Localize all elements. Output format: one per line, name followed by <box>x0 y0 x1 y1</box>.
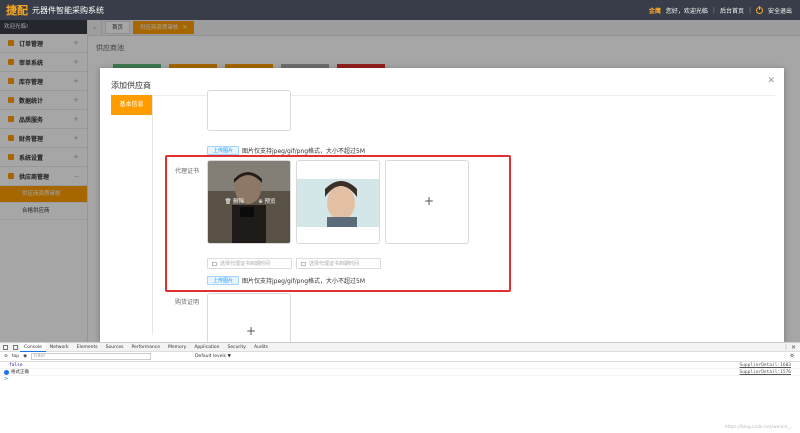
log-value: false <box>9 362 23 368</box>
admin-home-link[interactable]: 后台首页 <box>720 6 744 15</box>
watermark: https://blog.csdn.net/weixin_... <box>724 425 794 430</box>
logout-link[interactable]: 安全退出 <box>768 6 792 15</box>
clear-console-icon[interactable]: ⊘ <box>4 354 8 359</box>
info-icon <box>4 369 9 375</box>
more-icon[interactable]: ⋮ ✕ <box>783 344 796 351</box>
upload-row: 上传图片 图片仅支持jpeg/gif/png格式，大小不超过5M <box>207 146 365 155</box>
source-link[interactable]: SupplierDetail:1576 <box>740 370 791 375</box>
modal-title: 添加供应商 <box>111 81 151 90</box>
tab-application[interactable]: Application <box>190 343 223 352</box>
upload-button[interactable]: 上传图片 <box>207 146 240 155</box>
brand-logo: 捷配 <box>6 4 28 17</box>
tab-network[interactable]: Network <box>46 343 73 352</box>
purchase-upload-box[interactable]: + <box>207 293 291 342</box>
console-line: 格式正确 SupplierDetail:1576 <box>0 369 800 376</box>
upload-tip: 图片仅支持jpeg/gif/png格式，大小不超过5M <box>242 148 366 155</box>
system-name: 元器件智能采购系统 <box>32 5 104 15</box>
tab-memory[interactable]: Memory <box>164 343 190 352</box>
console-filter-input[interactable]: Filter <box>31 353 152 360</box>
power-icon <box>755 5 763 14</box>
devtools-tabs: Console Network Elements Sources Perform… <box>0 342 800 352</box>
divider: | <box>748 6 751 14</box>
close-icon[interactable]: ✕ <box>767 76 775 86</box>
modal-body: 上传图片 图片仅支持jpeg/gif/png格式，大小不超过5M 代理证书 🗑 … <box>153 90 775 342</box>
settings-icon[interactable]: ⚙ <box>790 354 794 359</box>
purchase-cert-label: 购货证明 <box>175 299 200 306</box>
tab-performance[interactable]: Performance <box>127 343 164 352</box>
plus-icon: + <box>246 324 257 338</box>
tab-audits[interactable]: Audits <box>250 343 272 352</box>
console-toolbar: ⊘ top ◉ Filter Default levels ▼ ⚙ <box>0 352 800 362</box>
eye-icon[interactable]: ◉ <box>23 354 27 359</box>
source-link[interactable]: SupplierDetail:1603 <box>740 363 791 368</box>
add-supplier-modal: 添加供应商 ✕ 基本信息 上传图片 图片仅支持jpeg/gif/png格式，大小… <box>100 68 784 342</box>
divider: | <box>712 6 715 14</box>
greeting: 您好，欢迎光临 <box>665 7 708 15</box>
modal-nav: 基本信息 <box>111 95 153 335</box>
context-select[interactable]: top <box>12 354 19 359</box>
log-message: 格式正确 <box>11 370 29 375</box>
top-header: 捷配 元器件智能采购系统 金鹰 您好，欢迎光临 | 后台首页 | 安全退出 <box>0 0 800 20</box>
tab-basic-info[interactable]: 基本信息 <box>111 95 152 115</box>
highlight-frame <box>165 155 511 292</box>
user-name: 金鹰 <box>648 7 661 15</box>
tab-security[interactable]: Security <box>223 343 249 352</box>
tab-sources[interactable]: Sources <box>102 343 128 352</box>
log-levels-select[interactable]: Default levels ▼ <box>195 354 231 359</box>
console-prompt[interactable]: > <box>0 376 800 382</box>
inspect-icon[interactable] <box>3 344 8 350</box>
tab-elements[interactable]: Elements <box>73 343 102 352</box>
devtools-panel: Console Network Elements Sources Perform… <box>0 342 800 433</box>
top-user-area: 金鹰 您好，欢迎光临 | 后台首页 | 安全退出 <box>649 0 792 20</box>
tab-console[interactable]: Console <box>20 342 46 352</box>
device-icon[interactable] <box>13 344 18 350</box>
console-line: false SupplierDetail:1603 <box>0 362 800 369</box>
upload-box[interactable] <box>207 90 291 131</box>
